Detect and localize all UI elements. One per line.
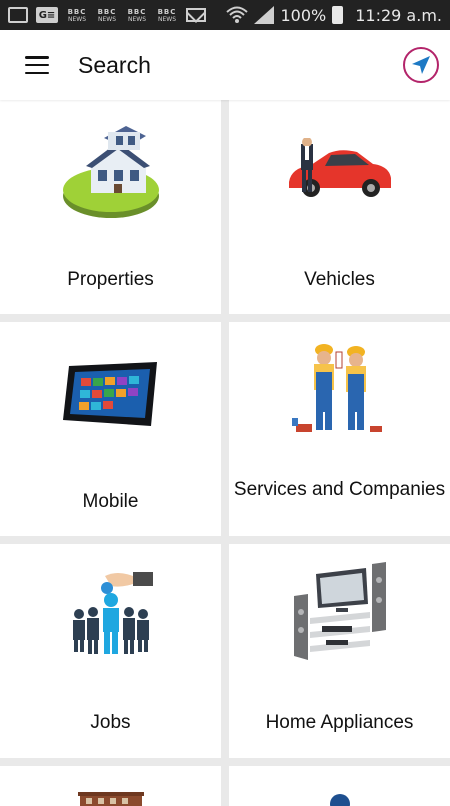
location-button[interactable] [403,47,439,83]
category-label: Jobs [90,712,131,733]
navigation-arrow-icon [412,56,430,74]
bbc-news-icon: BBC NEWS [96,8,118,23]
battery-icon [332,6,344,24]
news-label: NEWS [67,15,87,23]
signal-icon [254,6,275,24]
google-translate-icon: G≡ [36,7,58,23]
battery-percent: 100% [280,5,327,25]
system-indicators: 100% 11:29 a.m. [226,5,442,25]
category-label: Mobile [82,491,139,512]
category-label: Properties [67,269,154,290]
tablet-icon [0,360,221,432]
house-icon [0,118,221,223]
mail-icon [186,8,206,22]
bbc-news-icon: BBC NEWS [66,8,88,23]
bbc-label: BBC [157,7,177,16]
page-title: Search [78,51,151,78]
category-services-and-companies[interactable]: Services and Companies [229,322,450,536]
bbc-label: BBC [127,7,147,16]
notification-icons: G≡ BBC NEWS BBC NEWS BBC NEWS BBC NEWS [8,7,206,23]
category-tile-partial[interactable] [229,766,450,806]
gallery-icon [8,7,28,23]
news-label: NEWS [97,15,117,23]
news-label: NEWS [127,15,147,23]
category-vehicles[interactable]: Vehicles [229,100,450,314]
category-home-appliances[interactable]: Home Appliances [229,544,450,758]
clock: 11:29 a.m. [355,5,442,25]
bbc-label: BBC [67,7,87,16]
hamburger-menu-icon[interactable] [22,54,52,76]
category-mobile[interactable]: Mobile [0,322,221,536]
category-tile-partial[interactable] [0,766,221,806]
menu-line [25,71,49,74]
menu-line [25,63,49,67]
category-label: Services and Companies [233,479,446,500]
category-properties[interactable]: Properties [0,100,221,314]
job-seekers-icon [0,568,221,660]
bbc-news-icon: BBC NEWS [126,8,148,23]
menu-line [25,56,49,59]
workers-icon [229,342,450,442]
person-icon [229,792,450,806]
news-label: NEWS [157,15,177,23]
car-icon [229,138,450,203]
category-label: Home Appliances [265,712,414,733]
bbc-news-icon: BBC NEWS [156,8,178,23]
bbc-label: BBC [97,7,117,16]
building-icon [0,790,221,806]
home-theater-icon [229,560,450,664]
status-bar: G≡ BBC NEWS BBC NEWS BBC NEWS BBC NEWS 100% … [0,0,450,30]
app-bar: Search [0,30,450,100]
category-label: Vehicles [304,269,375,290]
category-jobs[interactable]: Jobs [0,544,221,758]
wifi-icon [226,6,249,23]
